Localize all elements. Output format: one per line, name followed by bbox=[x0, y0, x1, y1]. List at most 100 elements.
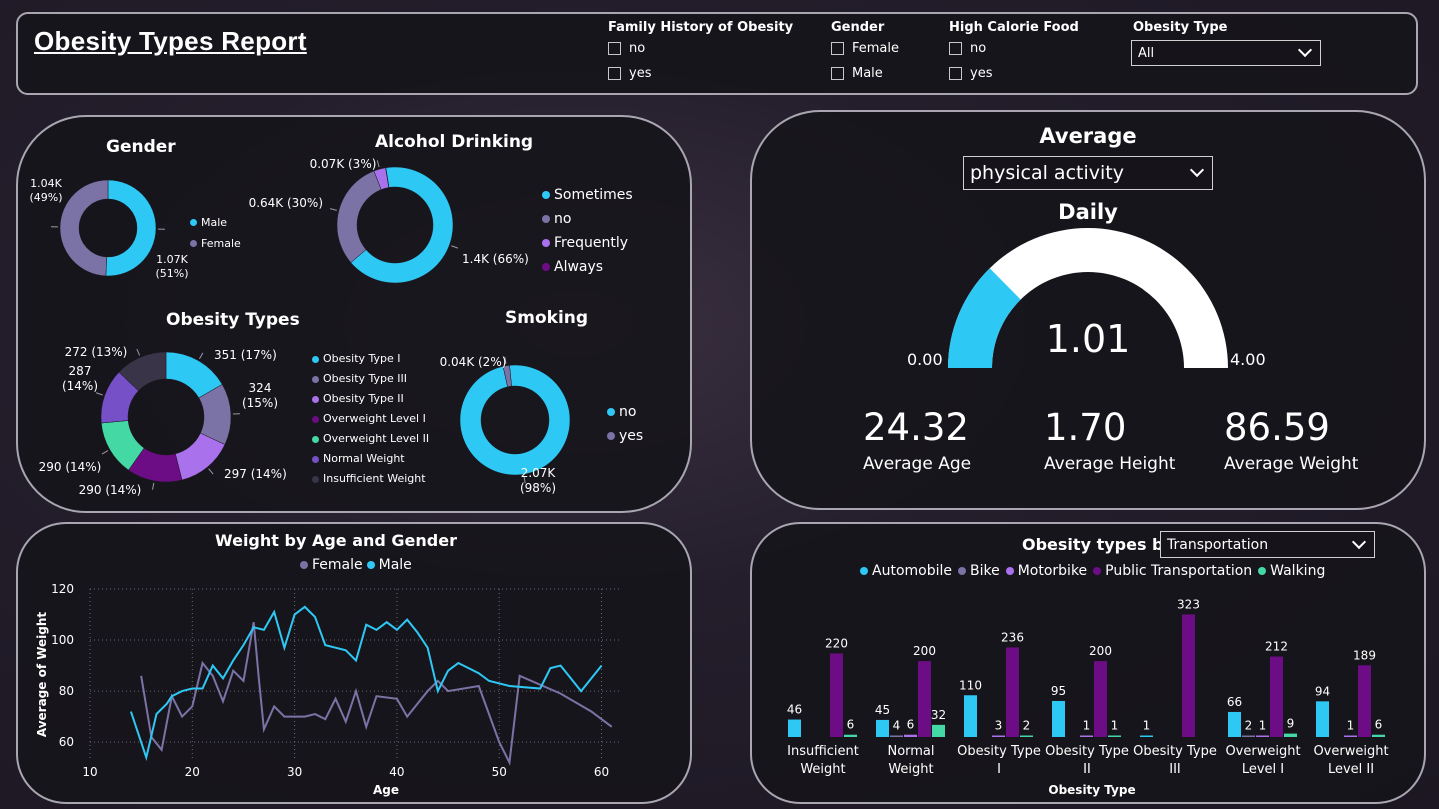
bar-walking[interactable] bbox=[844, 734, 857, 737]
category-label: II bbox=[1083, 762, 1091, 777]
bar-walking[interactable] bbox=[1108, 735, 1121, 738]
data-label-overweight-level-i: 290 (14%) bbox=[79, 483, 142, 497]
legend-item-no[interactable]: no bbox=[607, 400, 643, 424]
category-label: Weight bbox=[800, 762, 845, 777]
data-label-yes: 0.04K (2%) bbox=[440, 355, 507, 369]
bar-automobile[interactable] bbox=[964, 695, 977, 737]
obesity-type-dropdown[interactable]: All bbox=[1131, 40, 1321, 66]
chevron-down-icon bbox=[1189, 162, 1205, 178]
y-tick-label: 60 bbox=[59, 735, 74, 749]
checkbox-label: Female bbox=[852, 41, 900, 56]
legend-item-insufficient-weight[interactable]: Insufficient Weight bbox=[312, 469, 429, 489]
gauge-max-label: 4.00 bbox=[1230, 350, 1266, 369]
checkbox-box[interactable] bbox=[949, 67, 962, 80]
data-label-female: (49%) bbox=[29, 191, 62, 204]
checkbox-box[interactable] bbox=[831, 67, 844, 80]
bar-bike[interactable] bbox=[1242, 735, 1255, 738]
legend-item-female[interactable]: Female bbox=[190, 233, 241, 254]
high-calorie-yes-checkbox[interactable]: yes bbox=[949, 66, 992, 81]
x-tick-label: 60 bbox=[594, 765, 609, 779]
obesity-types-by-panel: Obesity types by Transportation Automobi… bbox=[750, 522, 1426, 804]
gender-male-checkbox[interactable]: Male bbox=[831, 66, 883, 81]
bar-public-transportation[interactable] bbox=[1270, 656, 1283, 737]
legend-item-overweight-level-i[interactable]: Overweight Level I bbox=[312, 409, 429, 429]
bar-automobile[interactable] bbox=[788, 719, 801, 737]
average-age-label: Average Age bbox=[863, 454, 972, 474]
checkbox-box[interactable] bbox=[949, 42, 962, 55]
category-label: Normal bbox=[887, 744, 934, 759]
series-line-female[interactable] bbox=[140, 622, 613, 766]
leader-line bbox=[451, 245, 459, 249]
bar-value-label: 200 bbox=[913, 644, 936, 658]
bar-public-transportation[interactable] bbox=[1182, 614, 1195, 737]
bar-automobile[interactable] bbox=[1052, 700, 1065, 737]
bar-walking[interactable] bbox=[1284, 733, 1297, 737]
bar-public-transportation[interactable] bbox=[1358, 665, 1371, 737]
bar-public-transportation[interactable] bbox=[1006, 647, 1019, 737]
bar-motorbike[interactable] bbox=[992, 735, 1005, 738]
weight-by-age-panel: Weight by Age and Gender Female Male 10 20… bbox=[16, 522, 692, 804]
slice-female[interactable] bbox=[59, 179, 109, 277]
legend-item-sometimes[interactable]: Sometimes bbox=[542, 183, 633, 207]
high-calorie-no-checkbox[interactable]: no bbox=[949, 41, 986, 56]
bar-motorbike[interactable] bbox=[904, 734, 917, 737]
legend-label: Always bbox=[554, 259, 604, 275]
bar-automobile[interactable] bbox=[1228, 711, 1241, 737]
x-tick-label: 30 bbox=[287, 765, 302, 779]
legend-item-obesity-type-i[interactable]: Obesity Type I bbox=[312, 349, 429, 369]
y-axis-title: Average of Weight bbox=[35, 612, 49, 738]
bar-walking[interactable] bbox=[932, 724, 945, 737]
legend-item-obesity-type-iii[interactable]: Obesity Type III bbox=[312, 369, 429, 389]
legend-marker bbox=[312, 355, 319, 363]
category-label: Level II bbox=[1328, 762, 1374, 777]
legend-item-obesity-type-ii[interactable]: Obesity Type II bbox=[312, 389, 429, 409]
family-history-no-checkbox[interactable]: no bbox=[608, 41, 645, 56]
bar-automobile[interactable] bbox=[1140, 735, 1153, 738]
transport-bar-chart: 462206InsufficientWeight454 620032NormalW… bbox=[787, 597, 1389, 797]
bar-value-label: 66 bbox=[1227, 695, 1242, 709]
legend-item-overweight-level-ii[interactable]: Overweight Level II bbox=[312, 429, 429, 449]
bar-motorbike[interactable] bbox=[1256, 735, 1269, 738]
bar-walking[interactable] bbox=[1372, 734, 1385, 737]
x-axis-title: Age bbox=[373, 783, 399, 797]
legend-item-male[interactable]: Male bbox=[190, 212, 241, 233]
slice-no[interactable] bbox=[336, 170, 382, 263]
slice-no[interactable] bbox=[459, 364, 571, 476]
bar-public-transportation[interactable] bbox=[1094, 661, 1107, 737]
filter-bar: Obesity Types Report Family History of O… bbox=[16, 12, 1418, 95]
legend-marker bbox=[312, 395, 319, 403]
bar-value-label: 189 bbox=[1353, 648, 1376, 662]
category-label: Obesity Type bbox=[1045, 744, 1129, 759]
demographics-panel: Gender Alcohol Drinking Obesity Types Sm… bbox=[16, 115, 692, 513]
bar-bike[interactable] bbox=[890, 735, 903, 737]
legend-item-always[interactable]: Always bbox=[542, 255, 633, 279]
checkbox-box[interactable] bbox=[608, 42, 621, 55]
bar-public-transportation[interactable] bbox=[830, 653, 843, 737]
legend-label: Overweight Level I bbox=[323, 412, 426, 425]
bar-public-transportation[interactable] bbox=[918, 661, 931, 737]
checkbox-box[interactable] bbox=[831, 42, 844, 55]
category-label: Insufficient bbox=[787, 744, 859, 759]
slice-male[interactable] bbox=[105, 179, 157, 277]
legend-item-yes[interactable]: yes bbox=[607, 424, 643, 448]
data-label-obesity-type-iii: 324 bbox=[249, 381, 272, 395]
average-metric-dropdown[interactable]: physical activity bbox=[963, 156, 1213, 190]
series-line-male[interactable] bbox=[129, 605, 603, 762]
bar-motorbike[interactable] bbox=[1080, 735, 1093, 738]
bar-motorbike[interactable] bbox=[1344, 735, 1357, 738]
obesity-types-donut: 351 (17%) 324(15%) 297 (14%) 290 (14%) 290 (… bbox=[39, 345, 287, 497]
data-label-frequently: 0.07K (3%) bbox=[310, 157, 377, 171]
legend-item-no[interactable]: no bbox=[542, 207, 633, 231]
dropdown-value: physical activity bbox=[970, 162, 1124, 184]
x-tick-label: 20 bbox=[185, 765, 200, 779]
legend-item-frequently[interactable]: Frequently bbox=[542, 231, 633, 255]
average-title: Average bbox=[1039, 124, 1137, 148]
family-history-yes-checkbox[interactable]: yes bbox=[608, 66, 651, 81]
data-label-no: 2.07K bbox=[521, 466, 557, 480]
bar-automobile[interactable] bbox=[1316, 701, 1329, 737]
gender-female-checkbox[interactable]: Female bbox=[831, 41, 899, 56]
bar-walking[interactable] bbox=[1020, 735, 1033, 738]
legend-item-normal-weight[interactable]: Normal Weight bbox=[312, 449, 429, 469]
bar-automobile[interactable] bbox=[876, 719, 889, 737]
checkbox-box[interactable] bbox=[608, 67, 621, 80]
